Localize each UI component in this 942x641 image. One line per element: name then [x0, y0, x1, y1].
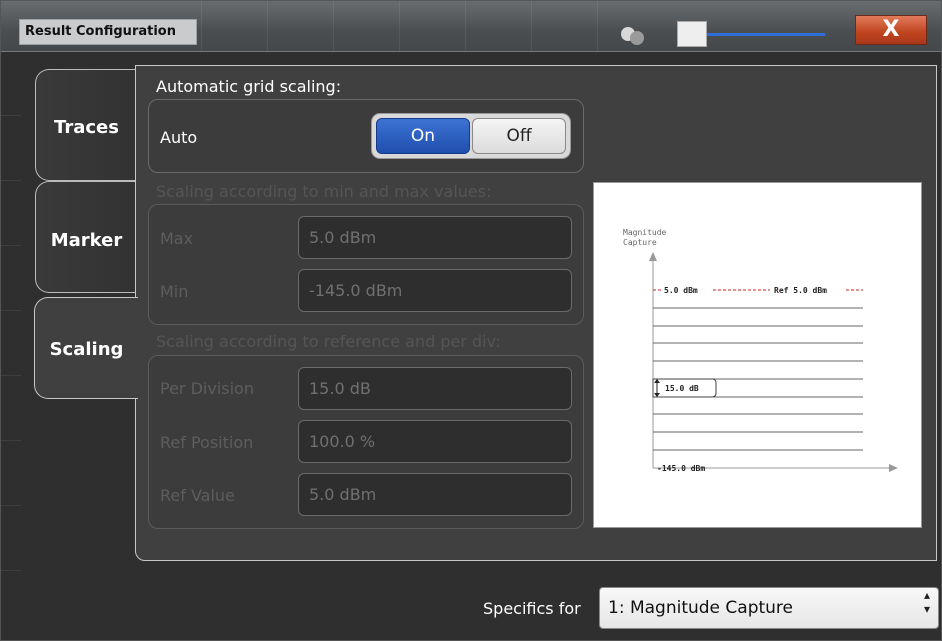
- ref-value-label: Ref Value: [160, 486, 235, 505]
- preview-ref-label: Ref 5.0 dBm: [774, 286, 827, 295]
- preview-y-arrow-icon: [649, 252, 657, 261]
- specifics-dropdown[interactable]: 1: Magnitude Capture ▴ ▾: [599, 587, 939, 629]
- scaling-preview: Magnitude Capture 5.0 dBm Ref 5.0 dBm 15…: [593, 182, 922, 528]
- tab-scaling-label: Scaling: [49, 339, 124, 360]
- tab-traces[interactable]: Traces: [35, 69, 137, 181]
- background-decoration: [1, 51, 21, 631]
- auto-toggle[interactable]: On Off: [371, 113, 571, 159]
- window-title: Result Configuration: [19, 19, 197, 45]
- transparency-icon[interactable]: [621, 25, 651, 45]
- max-label: Max: [160, 229, 194, 248]
- transparency-icon-dot-dark: [630, 31, 644, 45]
- auto-scaling-heading: Automatic grid scaling:: [156, 77, 342, 96]
- min-field[interactable]: -145.0 dBm: [298, 269, 572, 312]
- max-field[interactable]: 5.0 dBm: [298, 216, 572, 259]
- per-division-field[interactable]: 15.0 dB: [298, 367, 572, 410]
- preview-per-div: 15.0 dB: [665, 384, 699, 393]
- tab-scaling[interactable]: Scaling: [34, 297, 138, 399]
- close-button[interactable]: X: [855, 15, 927, 45]
- auto-on-button[interactable]: On: [376, 118, 470, 154]
- specifics-label: Specifics for: [483, 599, 581, 618]
- tab-marker[interactable]: Marker: [35, 181, 137, 293]
- ref-value-field[interactable]: 5.0 dBm: [298, 473, 572, 516]
- title-bar-decoration: [201, 1, 601, 51]
- per-division-label: Per Division: [160, 379, 254, 398]
- dropdown-arrows-icon: ▴ ▾: [923, 588, 930, 616]
- transparency-slider-track[interactable]: [707, 33, 825, 36]
- tab-connector: [135, 298, 138, 398]
- ref-position-field[interactable]: 100.0 %: [298, 420, 572, 463]
- ref-position-label: Ref Position: [160, 433, 254, 452]
- result-configuration-window: Result Configuration X Traces Marker Sca…: [0, 0, 942, 641]
- title-bar: Result Configuration X: [1, 1, 941, 52]
- preview-top-value: 5.0 dBm: [664, 286, 698, 295]
- preview-bottom-value: -145.0 dBm: [657, 464, 705, 473]
- preview-axis-label-2: Capture: [623, 238, 657, 247]
- minmax-heading: Scaling according to min and max values:: [156, 182, 492, 201]
- min-label: Min: [160, 282, 189, 301]
- preview-x-arrow-icon: [889, 464, 898, 472]
- transparency-slider-handle[interactable]: [677, 21, 707, 47]
- ref-heading: Scaling according to reference and per d…: [156, 332, 501, 351]
- auto-off-button[interactable]: Off: [472, 118, 566, 154]
- tab-traces-label: Traces: [54, 117, 119, 138]
- scaling-preview-diagram: Magnitude Capture 5.0 dBm Ref 5.0 dBm 15…: [623, 228, 898, 473]
- specifics-selected-value: 1: Magnitude Capture: [608, 598, 794, 618]
- tab-marker-label: Marker: [50, 230, 123, 251]
- auto-label: Auto: [160, 128, 198, 147]
- preview-axis-label-1: Magnitude: [623, 228, 667, 237]
